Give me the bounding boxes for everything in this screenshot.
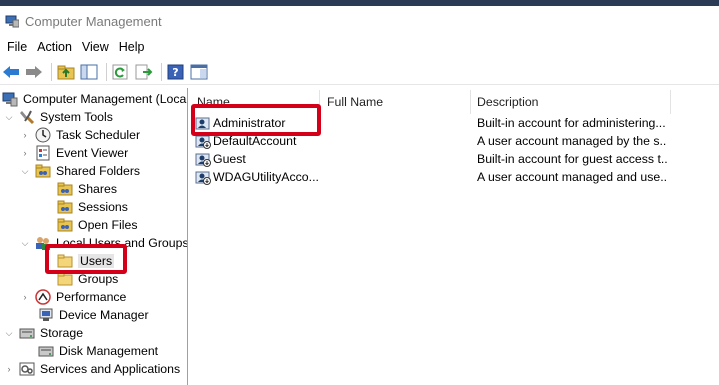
tree-item-shared-folders[interactable]: ⌵ Shared Folders (20, 162, 141, 180)
cell-full-name (327, 132, 467, 150)
tree-label: System Tools (40, 110, 113, 124)
refresh-icon[interactable] (111, 62, 131, 82)
cell-name: WDAGUtilityAcco... (195, 168, 319, 186)
user-disabled-icon (195, 169, 211, 185)
tree-label: Disk Management (59, 344, 159, 358)
chevron-right-icon[interactable]: › (4, 364, 14, 374)
window-title: Computer Management (25, 13, 162, 29)
tree-label: Shares (78, 182, 117, 196)
menu-action[interactable]: Action (32, 40, 77, 54)
chevron-down-icon[interactable]: ⌵ (20, 166, 30, 176)
cell-full-name (327, 114, 467, 132)
column-divider[interactable] (670, 90, 671, 114)
chevron-right-icon[interactable]: › (20, 148, 30, 158)
cell-description: A user account managed by the s... (477, 134, 667, 148)
shared-folder-icon (35, 163, 51, 179)
tree-item-event-viewer[interactable]: › Event Viewer (20, 144, 128, 162)
tools-icon (19, 109, 35, 125)
computer-management-icon (2, 91, 18, 107)
menu-view[interactable]: View (77, 40, 114, 54)
performance-icon (35, 289, 51, 305)
tree-label: Shared Folders (56, 164, 141, 178)
computer-management-icon (5, 14, 20, 28)
svg-text:?: ? (172, 66, 178, 79)
tree-item-system-tools[interactable]: ⌵ System Tools (4, 108, 113, 126)
tree-item-computer-management[interactable]: Computer Management (Local (2, 90, 188, 108)
shared-folder-icon (57, 181, 73, 197)
table-row[interactable]: WDAGUtilityAcco... A user account manage… (189, 168, 719, 186)
menu-help[interactable]: Help (114, 40, 150, 54)
tree-item-performance[interactable]: › Performance (20, 288, 126, 306)
tree-label: Task Scheduler (56, 128, 141, 142)
tree-label: Services and Applications (40, 362, 181, 376)
services-icon (19, 361, 35, 377)
user-name: DefaultAccount (213, 134, 297, 148)
column-header-description[interactable]: Description (477, 92, 539, 112)
tree-label: Device Manager (59, 308, 149, 322)
storage-icon (19, 325, 35, 341)
export-list-icon[interactable] (134, 62, 154, 82)
tree-item-storage[interactable]: ⌵ Storage (4, 324, 84, 342)
event-viewer-icon (35, 145, 51, 161)
show-hide-tree-icon[interactable] (79, 62, 99, 82)
forward-arrow-icon[interactable] (24, 62, 44, 82)
menu-bar: File Action View Help (0, 36, 719, 58)
chevron-down-icon[interactable]: ⌵ (4, 112, 14, 122)
tree-label: Performance (56, 290, 127, 304)
tree-item-sessions[interactable]: Sessions (57, 198, 128, 216)
up-folder-icon[interactable] (56, 62, 76, 82)
cell-full-name (327, 168, 467, 186)
tree-item-task-scheduler[interactable]: › Task Scheduler (20, 126, 140, 144)
tree-label: Groups (78, 272, 119, 286)
toolbar-separator (106, 62, 107, 81)
toolbar: ? (0, 59, 719, 85)
menu-file[interactable]: File (2, 40, 32, 54)
cell-description: Built-in account for administering... (477, 116, 666, 130)
column-divider[interactable] (470, 90, 471, 114)
cell-name: Guest (195, 150, 319, 168)
properties-icon[interactable] (189, 62, 209, 82)
tree-label: Sessions (78, 200, 128, 214)
tree-item-services-applications[interactable]: › Services and Applications (4, 360, 181, 378)
highlight-box-users (45, 244, 127, 274)
chevron-right-icon[interactable]: › (20, 130, 30, 140)
tree-label: Storage (40, 326, 84, 340)
tree-label: Event Viewer (56, 146, 129, 160)
device-manager-icon (38, 307, 54, 323)
chevron-down-icon[interactable]: ⌵ (4, 328, 14, 338)
disk-icon (38, 343, 54, 359)
toolbar-separator (161, 62, 162, 81)
column-header-full-name[interactable]: Full Name (327, 92, 383, 112)
tree-item-open-files[interactable]: Open Files (57, 216, 137, 234)
highlight-box-administrator (191, 104, 321, 136)
cell-description: Built-in account for guest access t... (477, 152, 667, 166)
chevron-right-icon[interactable]: › (20, 292, 30, 302)
tree-label: Open Files (78, 218, 138, 232)
tree-item-device-manager[interactable]: Device Manager (38, 306, 149, 324)
chevron-down-icon[interactable]: ⌵ (20, 238, 30, 248)
tree-item-shares[interactable]: Shares (57, 180, 117, 198)
help-icon[interactable]: ? (166, 62, 186, 82)
tree-label: Computer Management (Local (23, 92, 188, 106)
toolbar-separator (51, 62, 52, 81)
table-row[interactable]: Guest Built-in account for guest access … (189, 150, 719, 168)
clock-icon (35, 127, 51, 143)
user-name: WDAGUtilityAcco... (213, 170, 319, 184)
shared-folder-icon (57, 199, 73, 215)
cell-description: A user account managed and use... (477, 170, 667, 184)
user-name: Guest (213, 152, 246, 166)
tree-item-disk-management[interactable]: Disk Management (38, 342, 158, 360)
shared-folder-icon (57, 217, 73, 233)
console-tree: Computer Management (Local ⌵ System Tool… (0, 88, 188, 385)
title-bar: Computer Management (0, 6, 719, 36)
user-disabled-icon (195, 151, 211, 167)
cell-full-name (327, 150, 467, 168)
back-arrow-icon[interactable] (1, 62, 21, 82)
